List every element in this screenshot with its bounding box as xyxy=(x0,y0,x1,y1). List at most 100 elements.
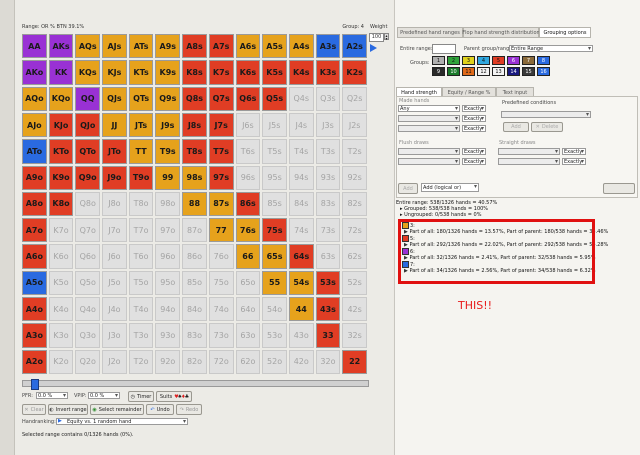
hand-cell[interactable]: 22 xyxy=(342,349,367,374)
vpip-input[interactable]: 0.0 % xyxy=(88,392,120,399)
hand-cell[interactable]: 54s xyxy=(288,270,314,296)
hand-cell[interactable]: 32s xyxy=(342,323,367,348)
hand-cell[interactable]: 93o xyxy=(155,323,181,348)
hand-cell[interactable]: 65s xyxy=(262,244,287,269)
hand-cell[interactable]: QJo xyxy=(75,112,101,138)
hand-cell[interactable]: 74o xyxy=(208,297,234,322)
group-button[interactable]: 8 xyxy=(537,56,550,65)
hand-cell[interactable]: 82s xyxy=(342,191,367,217)
made-hands-exactly-select-3[interactable]: Exactly xyxy=(462,125,486,132)
hand-cell[interactable]: Q2s xyxy=(342,86,367,111)
tab-flop-distribution[interactable]: Flop hand strength distribution xyxy=(462,27,540,38)
hand-cell[interactable]: AKo xyxy=(22,60,47,85)
straight-draws-select[interactable] xyxy=(498,148,560,155)
hand-cell[interactable]: Q7s xyxy=(208,86,234,111)
hand-cell[interactable]: 63s xyxy=(315,244,341,269)
invert-range-button[interactable]: ◐ Invert range xyxy=(48,404,88,415)
hand-cell[interactable]: T8o xyxy=(128,191,154,217)
undo-button[interactable]: ↶ Undo xyxy=(146,404,174,415)
hand-cell[interactable]: Q6o xyxy=(75,244,101,269)
hand-cell[interactable]: 83o xyxy=(182,323,207,348)
delete-condition-button[interactable]: ✕ Delete xyxy=(531,122,563,132)
hand-cell[interactable]: 52o xyxy=(262,349,287,374)
hand-cell[interactable]: J6s xyxy=(235,112,261,138)
hand-cell[interactable]: J2o xyxy=(102,349,127,374)
hand-cell[interactable]: T4s xyxy=(288,139,314,164)
hand-cell[interactable]: K3o xyxy=(48,323,74,348)
hand-cell[interactable]: JJ xyxy=(102,112,127,138)
hand-cell[interactable]: T3o xyxy=(128,323,154,348)
hand-cell[interactable]: 74s xyxy=(288,218,314,243)
hand-cell[interactable]: 92o xyxy=(155,349,181,374)
hand-cell[interactable]: K7o xyxy=(48,218,74,243)
hand-cell[interactable]: AA xyxy=(22,34,47,59)
hand-cell[interactable]: A8o xyxy=(22,191,47,217)
hand-cell[interactable]: A4s xyxy=(288,34,314,59)
hand-cell[interactable]: A3o xyxy=(22,323,47,348)
group-button[interactable]: 15 xyxy=(522,67,535,76)
hand-cell[interactable]: 98o xyxy=(155,191,181,217)
hand-cell[interactable]: J3s xyxy=(315,112,341,138)
hand-cell[interactable]: 33 xyxy=(315,323,341,348)
hand-cell[interactable]: K2o xyxy=(48,349,74,374)
hand-cell[interactable]: K9s xyxy=(155,60,181,85)
predefined-conditions-select[interactable] xyxy=(501,111,591,118)
hand-cell[interactable]: J4o xyxy=(102,297,127,322)
group-button[interactable]: 7 xyxy=(522,56,535,65)
hand-cell[interactable]: A2s xyxy=(342,34,367,59)
group-button[interactable]: 1 xyxy=(432,56,445,65)
hand-cell[interactable]: K7s xyxy=(208,60,234,85)
hand-cell[interactable]: 77 xyxy=(208,218,234,243)
hand-cell[interactable]: 93s xyxy=(315,165,341,190)
flush-draws-select-2[interactable] xyxy=(398,158,460,165)
hand-cell[interactable]: A9s xyxy=(155,34,181,59)
hand-cell[interactable]: K5o xyxy=(48,270,74,296)
hand-cell[interactable]: K6s xyxy=(235,60,261,85)
hand-cell[interactable]: 87o xyxy=(182,218,207,243)
hand-cell[interactable]: K8o xyxy=(48,191,74,217)
hand-cell[interactable]: 53o xyxy=(262,323,287,348)
weight-pointer-icon[interactable] xyxy=(370,44,377,52)
hand-cell[interactable]: 85s xyxy=(262,191,287,217)
hand-cell[interactable]: 66 xyxy=(235,244,261,269)
hand-cell[interactable]: AQo xyxy=(22,86,47,111)
hand-cell[interactable]: Q3o xyxy=(75,323,101,348)
hand-cell[interactable]: 92s xyxy=(342,165,367,190)
hand-cell[interactable]: KK xyxy=(48,60,74,85)
straight-draws-select-2[interactable] xyxy=(498,158,560,165)
hand-cell[interactable]: 97o xyxy=(155,218,181,243)
hand-cell[interactable]: Q4s xyxy=(288,86,314,111)
hand-cell[interactable]: 65o xyxy=(235,270,261,296)
hand-cell[interactable]: J8s xyxy=(182,112,207,138)
hand-cell[interactable]: 95o xyxy=(155,270,181,296)
hand-cell[interactable]: JTo xyxy=(102,139,127,164)
hand-cell[interactable]: 43s xyxy=(315,297,341,322)
range-slider[interactable] xyxy=(22,379,369,390)
hand-cell[interactable]: A5o xyxy=(22,270,47,296)
hand-cell[interactable]: 82o xyxy=(182,349,207,374)
suits-button[interactable]: Suits ♥♠♦♣ xyxy=(156,391,192,402)
hand-cell[interactable]: T5o xyxy=(128,270,154,296)
handranking-select[interactable]: Equity vs. 1 random hand xyxy=(56,418,188,425)
hand-cell[interactable]: 98s xyxy=(182,165,207,190)
hand-cell[interactable]: T4o xyxy=(128,297,154,322)
hand-cell[interactable]: Q5s xyxy=(262,86,287,111)
hand-cell[interactable]: J8o xyxy=(102,191,127,217)
hand-cell[interactable]: 94s xyxy=(288,165,314,190)
hand-cell[interactable]: 62o xyxy=(235,349,261,374)
hand-cell[interactable]: QJs xyxy=(102,86,127,111)
hand-cell[interactable]: 64s xyxy=(288,244,314,269)
hand-cell[interactable]: AQs xyxy=(75,34,101,59)
group-button[interactable]: 13 xyxy=(492,67,505,76)
hand-cell[interactable]: A7s xyxy=(208,34,234,59)
hand-cell[interactable]: KTo xyxy=(48,139,74,164)
hand-cell[interactable]: ATo xyxy=(22,139,47,164)
hand-cell[interactable]: 64o xyxy=(235,297,261,322)
range-slider-handle[interactable] xyxy=(31,379,39,390)
hand-cell[interactable]: A6s xyxy=(235,34,261,59)
hand-cell[interactable]: A8s xyxy=(182,34,207,59)
hand-cell[interactable]: JTs xyxy=(128,112,154,138)
hand-cell[interactable]: 53s xyxy=(315,270,341,296)
group-button[interactable]: 16 xyxy=(537,67,550,76)
hand-cell[interactable]: 44 xyxy=(288,297,314,322)
